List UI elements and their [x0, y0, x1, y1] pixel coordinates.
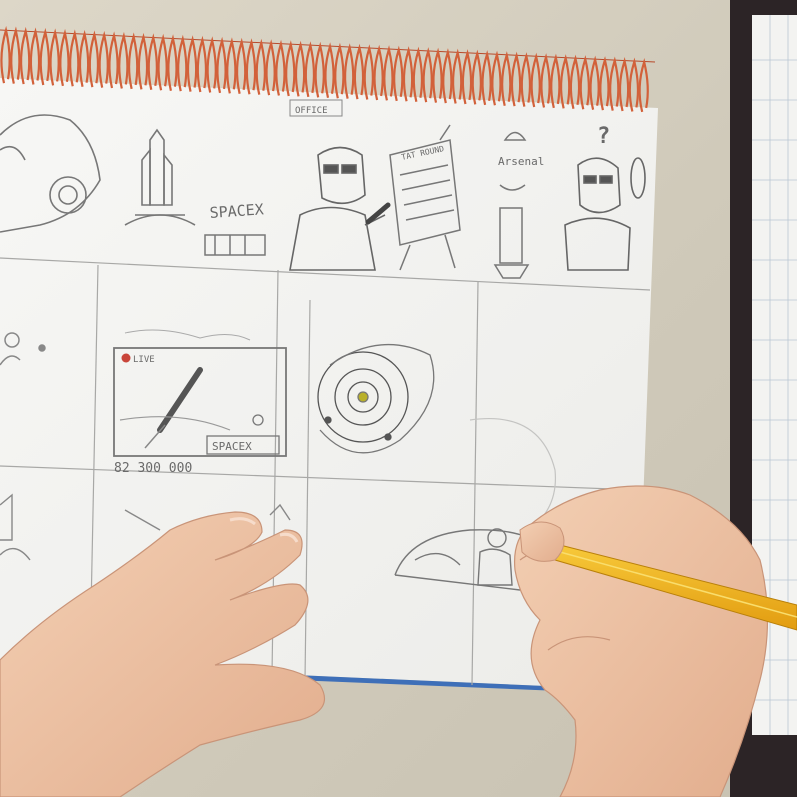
right-fingertip: [519, 521, 565, 562]
spiral-coil: [245, 38, 257, 95]
spiral-coil: [638, 58, 649, 113]
spiral-coil: [628, 57, 640, 112]
spiral-coil: [29, 27, 41, 85]
spiral-coil: [452, 48, 463, 104]
spiral-coil: [196, 35, 208, 93]
spiral-coil: [167, 34, 178, 91]
spiral-coil: [432, 47, 443, 103]
spiral-coil: [471, 49, 482, 105]
spiral-coil: [265, 39, 276, 96]
live-badge: LIVE: [133, 355, 155, 365]
spiral-coil: [78, 29, 90, 87]
spiral-coil: [216, 36, 227, 94]
spiral-coil: [304, 41, 316, 98]
spiral-coil: [206, 36, 217, 93]
spiral-coil: [334, 42, 345, 99]
spiral-coil: [275, 39, 286, 96]
spiral-coil: [481, 50, 492, 106]
spiral-coil: [10, 26, 21, 84]
viewer-count: 82 300 000: [114, 461, 192, 476]
spiral-coil: [373, 44, 384, 101]
spiral-coil: [461, 49, 473, 105]
spiral-coil: [177, 34, 188, 92]
spiral-coil: [0, 25, 11, 84]
photo-canvas: SPACEX OFFICE TAT ROUND Arsenal ? LIVE S…: [0, 0, 797, 797]
question-mark: ?: [597, 124, 610, 149]
spiral-coil: [59, 28, 70, 87]
spiral-coil: [491, 50, 502, 106]
spiral-coil: [118, 31, 129, 89]
spiral-coil: [618, 57, 630, 112]
spiral-coil: [294, 40, 306, 97]
spiral-coil: [383, 45, 394, 101]
spiral-coil: [69, 29, 80, 87]
spiral-coil: [98, 30, 109, 88]
spiral-coil: [186, 35, 198, 92]
spiral-coil: [147, 33, 158, 91]
spiral-coil: [137, 32, 149, 90]
spiral-coil: [157, 33, 168, 91]
spiral-coil: [599, 56, 610, 111]
antenna-label: Arsenal: [498, 155, 544, 168]
spiral-coil: [314, 41, 325, 98]
spacex-label-1: SPACEX: [209, 200, 264, 222]
spiral-coil: [422, 47, 433, 103]
spiral-coil: [550, 53, 561, 109]
spiral-coil: [128, 32, 139, 90]
spiral-coil: [520, 52, 532, 107]
spiral-coil: [589, 55, 600, 110]
spiral-coil: [609, 56, 620, 111]
spiral-coil: [49, 28, 60, 86]
spiral-coil: [412, 46, 424, 102]
spiral-coil: [393, 45, 404, 102]
spacex-label-2: SPACEX: [212, 440, 252, 453]
office-label: OFFICE: [295, 106, 328, 116]
spiral-coil: [501, 51, 512, 106]
spiral-coil: [402, 46, 414, 102]
spiral-coil: [226, 37, 237, 94]
sketchbook-photo: SPACEX OFFICE TAT ROUND Arsenal ? LIVE S…: [0, 0, 797, 797]
spiral-coil: [569, 54, 581, 110]
spiral-coil: [579, 55, 590, 110]
spiral-coil: [255, 38, 266, 95]
spiral-coil: [108, 31, 119, 89]
spiral-coil: [20, 26, 31, 85]
spiral-coil: [39, 27, 50, 86]
spiral-coil: [530, 52, 541, 108]
spiral-coil: [285, 40, 296, 97]
spiral-coil: [363, 44, 374, 100]
spiral-coil: [344, 43, 355, 99]
spiral-coil: [324, 42, 335, 99]
spiral-coil: [88, 30, 100, 88]
spiral-coil: [442, 48, 453, 104]
spiral-coil: [540, 53, 551, 108]
spiral-coil: [353, 43, 365, 100]
spiral-coil: [510, 51, 522, 107]
spiral-coil: [236, 37, 247, 95]
spiral-coil: [560, 54, 571, 109]
